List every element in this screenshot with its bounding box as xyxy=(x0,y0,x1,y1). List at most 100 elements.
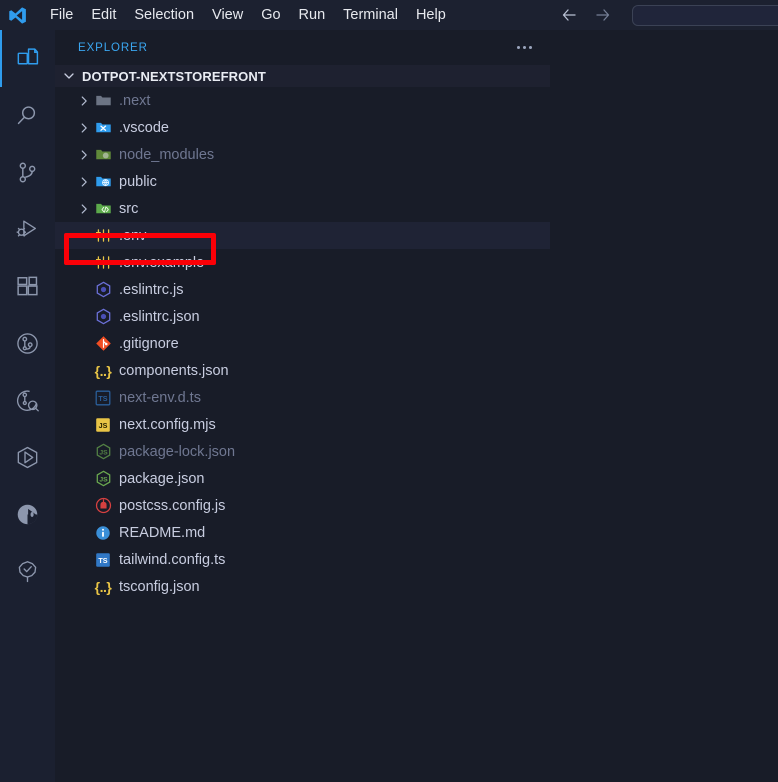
tree-item-label: public xyxy=(119,173,157,190)
activity-search[interactable] xyxy=(0,87,55,144)
nodejs-icon: JS xyxy=(92,470,114,487)
tree-item-label: package.json xyxy=(119,470,205,487)
typescript-icon: TS xyxy=(92,552,114,568)
javascript-icon: JS xyxy=(92,417,114,433)
typescript-def-icon: TS xyxy=(92,390,114,406)
chevron-down-icon xyxy=(61,68,77,84)
activity-bar xyxy=(0,30,55,782)
tree-item-label: components.json xyxy=(119,362,229,379)
explorer-header: EXPLORER xyxy=(55,30,550,65)
ellipsis-dot xyxy=(517,46,520,49)
folder-node-icon xyxy=(92,146,114,163)
info-markdown-icon xyxy=(92,525,114,541)
svg-text:JS: JS xyxy=(99,449,108,456)
tree-row[interactable]: .vscode xyxy=(55,114,550,141)
json-braces-icon: {..} xyxy=(92,363,114,379)
tree-row[interactable]: .eslintrc.js xyxy=(55,276,550,303)
tree-item-label: .vscode xyxy=(119,119,169,136)
title-bar: File Edit Selection View Go Run Terminal… xyxy=(0,0,778,30)
editor-area xyxy=(550,30,778,782)
chevron-right-icon xyxy=(75,148,92,162)
menu-go[interactable]: Go xyxy=(252,0,289,30)
eslint-icon xyxy=(92,281,114,298)
arrow-right-icon[interactable] xyxy=(594,6,612,24)
tree-item-label: README.md xyxy=(119,524,206,541)
tree-item-label: node_modules xyxy=(119,146,215,163)
tree-item-label: .env.example xyxy=(119,254,205,271)
activity-run-debug[interactable] xyxy=(0,201,55,258)
json-braces-glyph: {..} xyxy=(94,578,112,595)
arrow-left-icon[interactable] xyxy=(560,6,578,24)
tree-row[interactable]: {..} tsconfig.json xyxy=(55,573,550,600)
tree-row[interactable]: .next xyxy=(55,87,550,114)
tree-row[interactable]: .eslintrc.json xyxy=(55,303,550,330)
json-braces-glyph: {..} xyxy=(94,362,112,379)
tree-row[interactable]: src xyxy=(55,195,550,222)
tree-row[interactable]: TS tailwind.config.ts xyxy=(55,546,550,573)
chevron-right-icon xyxy=(75,94,92,108)
navigation-arrows xyxy=(560,0,612,30)
tree-row[interactable]: node_modules xyxy=(55,141,550,168)
tree-item-label: tailwind.config.ts xyxy=(119,551,226,568)
page-title: EXPLORER xyxy=(78,41,148,54)
tree-item-label: next-env.d.ts xyxy=(119,389,201,406)
tree-row[interactable]: TS next-env.d.ts xyxy=(55,384,550,411)
menu-edit[interactable]: Edit xyxy=(82,0,125,30)
menu-help[interactable]: Help xyxy=(407,0,455,30)
tree-item-label: package-lock.json xyxy=(119,443,236,460)
postcss-icon xyxy=(92,497,114,514)
tree-row[interactable]: JS package-lock.json xyxy=(55,438,550,465)
vscode-logo-icon xyxy=(0,0,34,30)
folder-default-icon xyxy=(92,92,114,109)
file-tree: .next .vscode node_modules public src .e… xyxy=(55,87,550,600)
svg-text:TS: TS xyxy=(98,556,107,565)
activity-testing[interactable] xyxy=(0,543,55,600)
tree-item-label: .eslintrc.json xyxy=(119,308,200,325)
tree-item-label: .gitignore xyxy=(119,335,179,352)
tree-item-label: tsconfig.json xyxy=(119,578,200,595)
chevron-right-icon xyxy=(75,121,92,135)
tree-row[interactable]: README.md xyxy=(55,519,550,546)
menu-selection[interactable]: Selection xyxy=(125,0,203,30)
root-folder-label: DOTPOT-NEXTSTOREFRONT xyxy=(82,68,266,84)
json-braces-icon: {..} xyxy=(92,579,114,595)
activity-explorer[interactable] xyxy=(0,30,55,87)
activity-git-lens[interactable] xyxy=(0,372,55,429)
tree-item-label: .next xyxy=(119,92,151,109)
ellipsis-icon[interactable] xyxy=(513,42,536,53)
activity-git-graph[interactable] xyxy=(0,315,55,372)
tree-item-label: .eslintrc.js xyxy=(119,281,184,298)
tree-root-folder[interactable]: DOTPOT-NEXTSTOREFRONT xyxy=(55,65,550,87)
tree-row[interactable]: .env.example xyxy=(55,249,550,276)
git-icon xyxy=(92,335,114,352)
activity-source-control[interactable] xyxy=(0,144,55,201)
tree-row[interactable]: postcss.config.js xyxy=(55,492,550,519)
eslint-icon xyxy=(92,308,114,325)
menu-terminal[interactable]: Terminal xyxy=(334,0,407,30)
vscode-window: File Edit Selection View Go Run Terminal… xyxy=(0,0,778,782)
tree-row[interactable]: .gitignore xyxy=(55,330,550,357)
tree-item-label: src xyxy=(119,200,139,217)
folder-public-icon xyxy=(92,173,114,190)
tree-row[interactable]: JS next.config.mjs xyxy=(55,411,550,438)
tree-item-label: next.config.mjs xyxy=(119,416,216,433)
tune-sliders-icon xyxy=(92,254,114,271)
activity-extensions[interactable] xyxy=(0,258,55,315)
ellipsis-dot xyxy=(523,46,526,49)
activity-docker[interactable] xyxy=(0,429,55,486)
tree-row[interactable]: JS package.json xyxy=(55,465,550,492)
folder-src-icon xyxy=(92,200,114,217)
tree-row[interactable]: public xyxy=(55,168,550,195)
svg-text:JS: JS xyxy=(99,476,108,483)
chevron-right-icon xyxy=(75,175,92,189)
activity-console-ninja[interactable] xyxy=(0,486,55,543)
svg-text:TS: TS xyxy=(98,394,107,403)
menu-run[interactable]: Run xyxy=(290,0,335,30)
command-center-input[interactable] xyxy=(632,5,778,26)
nodejs-icon: JS xyxy=(92,443,114,460)
tree-item-label: .env xyxy=(119,227,147,244)
tree-row-env[interactable]: .env xyxy=(55,222,550,249)
menu-view[interactable]: View xyxy=(203,0,252,30)
tree-row[interactable]: {..} components.json xyxy=(55,357,550,384)
menu-file[interactable]: File xyxy=(41,0,82,30)
